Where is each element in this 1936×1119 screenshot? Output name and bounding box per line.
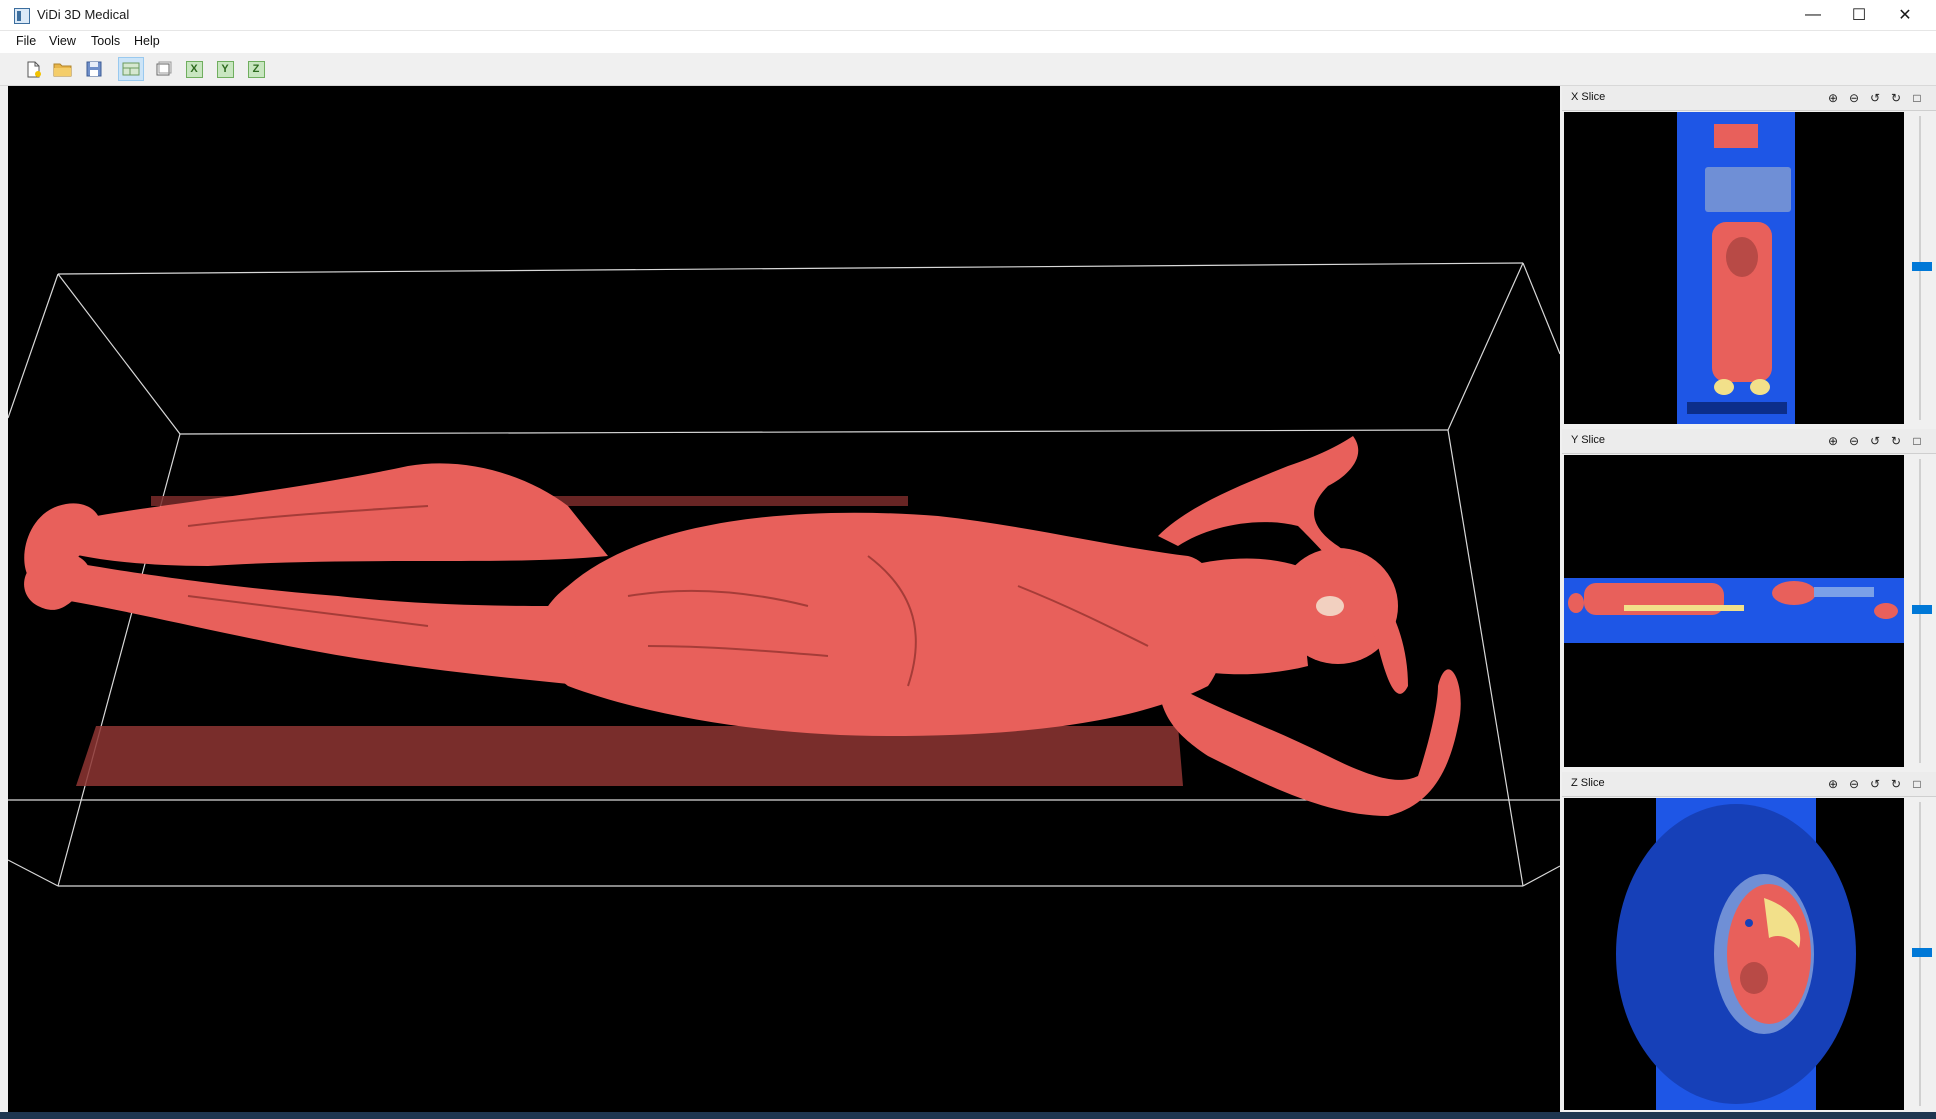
y-slice-image xyxy=(1564,578,1904,643)
x-slice-image xyxy=(1677,112,1795,424)
minimize-icon: — xyxy=(1805,6,1821,23)
zoom-out-icon[interactable]: ⊖ xyxy=(1846,90,1862,106)
zoom-in-icon[interactable]: ⊕ xyxy=(1825,433,1841,449)
zoom-in-icon[interactable]: ⊕ xyxy=(1825,776,1841,792)
rotate-left-icon[interactable]: ↺ xyxy=(1867,90,1883,106)
y-axis-icon: Y xyxy=(216,60,234,78)
layout-button[interactable] xyxy=(118,57,144,81)
menu-bar: File View Tools Help xyxy=(0,31,1936,53)
x-slice-slider-handle[interactable] xyxy=(1912,262,1932,271)
close-button[interactable]: ✕ xyxy=(1882,0,1928,30)
single-view-icon xyxy=(156,61,172,76)
x-slice-panel: X Slice ⊕ ⊖ ↺ ↻ □ xyxy=(1562,86,1936,426)
z-axis-icon: Z xyxy=(247,60,265,78)
y-slice-view[interactable] xyxy=(1564,455,1904,767)
z-slice-header: Z Slice ⊕ ⊖ ↺ ↻ □ xyxy=(1562,772,1936,797)
x-slice-button[interactable]: X xyxy=(181,57,207,81)
rotate-left-icon[interactable]: ↺ xyxy=(1867,433,1883,449)
rotate-right-icon[interactable]: ↻ xyxy=(1888,90,1904,106)
z-slice-panel: Z Slice ⊕ ⊖ ↺ ↻ □ xyxy=(1562,772,1936,1112)
new-file-icon xyxy=(27,61,41,78)
maximize-icon[interactable]: □ xyxy=(1909,433,1925,449)
toolbar: X Y Z xyxy=(0,53,1936,86)
z-slice-title: Z Slice xyxy=(1571,777,1605,789)
y-slice-slider-handle[interactable] xyxy=(1912,605,1932,614)
y-slice-panel: Y Slice ⊕ ⊖ ↺ ↻ □ xyxy=(1562,429,1936,769)
z-slice-button[interactable]: Z xyxy=(243,57,269,81)
minimize-button[interactable]: — xyxy=(1790,0,1836,30)
open-button[interactable] xyxy=(50,57,76,81)
save-icon xyxy=(86,61,102,77)
menu-tools[interactable]: Tools xyxy=(91,34,120,48)
z-slice-image xyxy=(1616,798,1856,1110)
x-slice-view[interactable] xyxy=(1564,112,1904,424)
open-folder-icon xyxy=(53,63,72,77)
y-slice-header: Y Slice ⊕ ⊖ ↺ ↻ □ xyxy=(1562,429,1936,454)
menu-help[interactable]: Help xyxy=(134,34,160,48)
maximize-icon: ☐ xyxy=(1851,7,1867,24)
rotate-right-icon[interactable]: ↻ xyxy=(1888,433,1904,449)
save-button[interactable] xyxy=(81,57,107,81)
volume-render xyxy=(8,262,1560,887)
zoom-out-icon[interactable]: ⊖ xyxy=(1846,776,1862,792)
zoom-in-icon[interactable]: ⊕ xyxy=(1825,90,1841,106)
y-slice-slider[interactable] xyxy=(1906,455,1934,767)
layout-grid-icon xyxy=(122,62,140,76)
3d-viewport[interactable] xyxy=(8,86,1560,1112)
y-slice-button[interactable]: Y xyxy=(212,57,238,81)
x-slice-title: X Slice xyxy=(1571,91,1606,103)
close-icon: ✕ xyxy=(1898,7,1912,24)
app-icon xyxy=(14,8,30,24)
y-slice-title: Y Slice xyxy=(1571,434,1606,446)
x-slice-slider[interactable] xyxy=(1906,112,1934,424)
single-view-button[interactable] xyxy=(150,57,176,81)
rotate-right-icon[interactable]: ↻ xyxy=(1888,776,1904,792)
z-slice-slider[interactable] xyxy=(1906,798,1934,1110)
menu-file[interactable]: File xyxy=(16,34,36,48)
new-button[interactable] xyxy=(20,57,46,81)
zoom-out-icon[interactable]: ⊖ xyxy=(1846,433,1862,449)
slice-panels: X Slice ⊕ ⊖ ↺ ↻ □ Y Slice ⊕ ⊖ ↺ ↻ □ Z Sl… xyxy=(1562,86,1936,1112)
z-slice-view[interactable] xyxy=(1564,798,1904,1110)
z-slice-slider-handle[interactable] xyxy=(1912,948,1932,957)
maximize-button[interactable]: ☐ xyxy=(1836,0,1882,30)
window-border-bottom xyxy=(0,1112,1936,1119)
window-title: ViDi 3D Medical xyxy=(37,7,130,22)
eye-highlight xyxy=(1316,596,1344,616)
maximize-icon[interactable]: □ xyxy=(1909,776,1925,792)
x-axis-icon: X xyxy=(185,60,203,78)
title-bar: ViDi 3D Medical — ☐ ✕ xyxy=(0,0,1936,31)
rotate-left-icon[interactable]: ↺ xyxy=(1867,776,1883,792)
x-slice-header: X Slice ⊕ ⊖ ↺ ↻ □ xyxy=(1562,86,1936,111)
maximize-icon[interactable]: □ xyxy=(1909,90,1925,106)
menu-view[interactable]: View xyxy=(49,34,76,48)
